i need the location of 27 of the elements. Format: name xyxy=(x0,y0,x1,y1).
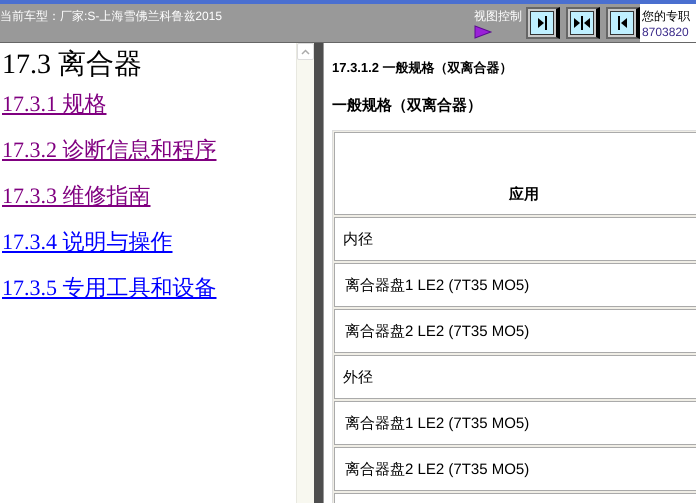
table-cell: 离合器盘1 LE2 (7T35 MO5) xyxy=(334,401,696,445)
table-title: 一般规格（双离合器） xyxy=(332,96,483,116)
view-control-label: 视图控制 xyxy=(474,8,522,25)
arrow-icon xyxy=(618,16,626,30)
section-link[interactable]: 17.3.5 专用工具和设备 xyxy=(2,273,216,319)
contact-label: 您的专职 xyxy=(642,8,691,25)
table-cell: 离合器盘1 LE2 (7T35 MO5) xyxy=(334,263,696,307)
section-link[interactable]: 17.3.2 诊断信息和程序 xyxy=(2,135,216,181)
vehicle-model-label: 当前车型：厂家:S-上海雪佛兰科鲁兹2015 xyxy=(0,8,224,25)
table-cell: 外径 xyxy=(334,355,696,399)
section-link[interactable]: 17.3.4 说明与操作 xyxy=(2,227,172,273)
section-heading: 17.3.1.2 一般规格（双离合器） xyxy=(332,59,514,77)
section-link[interactable]: 17.3.1 规格 xyxy=(2,89,106,135)
arrow-icon xyxy=(538,16,546,30)
section-link[interactable]: 17.3.3 维修指南 xyxy=(2,181,150,227)
caret-icon xyxy=(301,48,310,54)
triangle-icon xyxy=(474,25,492,39)
arrow-icon xyxy=(574,16,590,30)
table-cell: 离合器盘2 LE2 (7T35 MO5) xyxy=(334,309,696,353)
view-layout-button[interactable] xyxy=(606,7,640,39)
header-cell: 应用 xyxy=(334,132,696,215)
table-cell: 离合器盘2 LE2 (7T35 MO5) xyxy=(334,447,696,491)
view-layout-button[interactable] xyxy=(566,7,600,39)
table-cell: 内径 xyxy=(334,217,696,261)
section-title: 17.3 离合器 xyxy=(2,48,143,81)
contact-number: 8703820 xyxy=(642,25,690,39)
view-layout-button[interactable] xyxy=(526,7,560,39)
